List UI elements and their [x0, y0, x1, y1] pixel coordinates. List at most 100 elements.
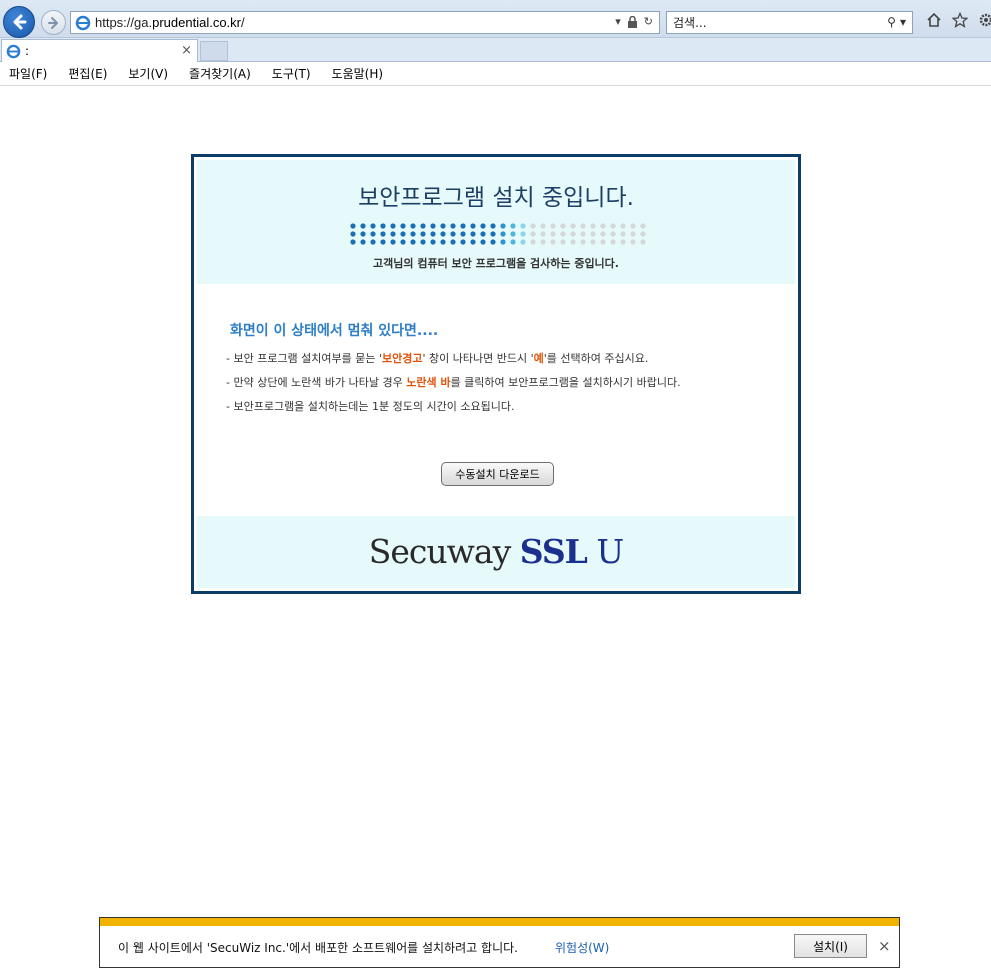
progress-dot: [440, 223, 446, 229]
progress-dot: [470, 223, 476, 229]
progress-dot: [480, 223, 486, 229]
progress-dot: [620, 239, 626, 245]
progress-dot: [590, 223, 596, 229]
new-tab-button[interactable]: [200, 41, 228, 61]
progress-dot: [410, 223, 416, 229]
progress-dot: [410, 231, 416, 237]
progress-dot: [570, 223, 576, 229]
progress-dot: [580, 239, 586, 245]
progress-dot: [530, 223, 536, 229]
search-box[interactable]: 검색... ⚲ ▾: [666, 11, 913, 34]
refresh-icon[interactable]: ↻: [644, 15, 653, 28]
progress-dot: [460, 239, 466, 245]
progress-dot: [620, 223, 626, 229]
search-icon[interactable]: ⚲: [887, 15, 896, 29]
progress-dot: [510, 239, 516, 245]
progress-dot: [600, 239, 606, 245]
progress-dot: [360, 239, 366, 245]
install-button[interactable]: 설치(I): [794, 934, 867, 958]
progress-dot: [580, 231, 586, 237]
progress-dot: [360, 223, 366, 229]
progress-dot: [370, 223, 376, 229]
progress-dot: [490, 223, 496, 229]
tab-bar: : ×: [0, 38, 991, 62]
manual-download-button[interactable]: 수동설치 다운로드: [441, 462, 554, 486]
progress-dot: [550, 231, 556, 237]
progress-dot: [600, 231, 606, 237]
search-input[interactable]: 검색...: [673, 14, 707, 31]
notification-bar[interactable]: 이 웹 사이트에서 'SecuWiz Inc.'에서 배포한 소프트웨어를 설치…: [99, 917, 900, 968]
progress-dot: [530, 239, 536, 245]
progress-dot: [440, 231, 446, 237]
dropdown-arrow-icon[interactable]: ▾: [615, 15, 621, 28]
home-icon[interactable]: [926, 12, 942, 28]
progress-dot: [610, 239, 616, 245]
progress-dot: [400, 239, 406, 245]
panel-header: 보안프로그램 설치 중입니다. 고객님의 컴퓨터 보안 프로그램을 검사하는 중…: [197, 160, 795, 284]
progress-dot: [550, 223, 556, 229]
progress-dot: [510, 223, 516, 229]
progress-dot: [630, 223, 636, 229]
progress-dot: [380, 239, 386, 245]
progress-dot: [570, 239, 576, 245]
close-icon[interactable]: ×: [878, 937, 891, 955]
progress-dot: [500, 231, 506, 237]
progress-dot: [590, 239, 596, 245]
menu-edit[interactable]: 편집(E): [68, 65, 107, 82]
progress-dot: [610, 231, 616, 237]
progress-dot: [580, 223, 586, 229]
progress-dot: [440, 239, 446, 245]
progress-dot: [540, 231, 546, 237]
progress-dot: [480, 239, 486, 245]
progress-dot: [520, 223, 526, 229]
menu-view[interactable]: 보기(V): [128, 65, 168, 82]
progress-dot: [560, 231, 566, 237]
search-dropdown-icon[interactable]: ▾: [900, 15, 906, 29]
back-button[interactable]: [3, 6, 35, 38]
instruction-line-1: - 보안 프로그램 설치여부를 묻는 '보안경고' 창이 나타나면 반드시 '예…: [226, 352, 649, 365]
progress-dot: [540, 239, 546, 245]
forward-button[interactable]: [41, 10, 66, 35]
progress-dot: [470, 231, 476, 237]
progress-dot: [350, 223, 356, 229]
gear-icon[interactable]: [978, 12, 991, 28]
progress-dot: [400, 223, 406, 229]
favorites-star-icon[interactable]: [952, 12, 968, 28]
progress-dot: [640, 223, 646, 229]
progress-dot: [420, 239, 426, 245]
progress-dot: [640, 231, 646, 237]
address-text: https://ga.prudential.co.kr/: [95, 15, 245, 30]
progress-dot: [630, 231, 636, 237]
menu-favorites[interactable]: 즐겨찾기(A): [189, 65, 251, 82]
progress-dot: [350, 239, 356, 245]
arrow-right-icon: [47, 16, 58, 29]
progress-dot: [400, 231, 406, 237]
menu-help[interactable]: 도움말(H): [332, 65, 384, 82]
progress-dot: [460, 223, 466, 229]
menu-tools[interactable]: 도구(T): [272, 65, 311, 82]
progress-dot: [600, 223, 606, 229]
risk-link[interactable]: 위험성(W): [555, 939, 609, 956]
progress-dot: [490, 239, 496, 245]
progress-dot: [570, 231, 576, 237]
tab-close-icon[interactable]: ×: [181, 43, 192, 58]
instruction-line-2: - 만약 상단에 노란색 바가 나타날 경우 노란색 바를 클릭하여 보안프로그…: [226, 376, 681, 389]
progress-dot: [520, 231, 526, 237]
lock-icon[interactable]: [627, 15, 638, 28]
panel-title: 보안프로그램 설치 중입니다.: [358, 185, 634, 211]
tab-current[interactable]: : ×: [1, 39, 198, 62]
notification-message: 이 웹 사이트에서 'SecuWiz Inc.'에서 배포한 소프트웨어를 설치…: [118, 941, 518, 955]
progress-dot: [450, 231, 456, 237]
ie-icon: [6, 44, 21, 58]
progress-dot: [540, 223, 546, 229]
menu-file[interactable]: 파일(F): [9, 65, 47, 82]
progress-dot: [450, 223, 456, 229]
progress-dot: [630, 239, 636, 245]
instruction-line-3: - 보안프로그램을 설치하는데는 1분 정도의 시간이 소요됩니다.: [226, 400, 515, 413]
ie-icon: [75, 15, 91, 30]
notification-stripe: [100, 918, 899, 926]
progress-dot: [520, 239, 526, 245]
address-bar[interactable]: https://ga.prudential.co.kr/ ▾ ↻: [70, 11, 660, 34]
progress-dot: [640, 239, 646, 245]
progress-dot: [460, 231, 466, 237]
